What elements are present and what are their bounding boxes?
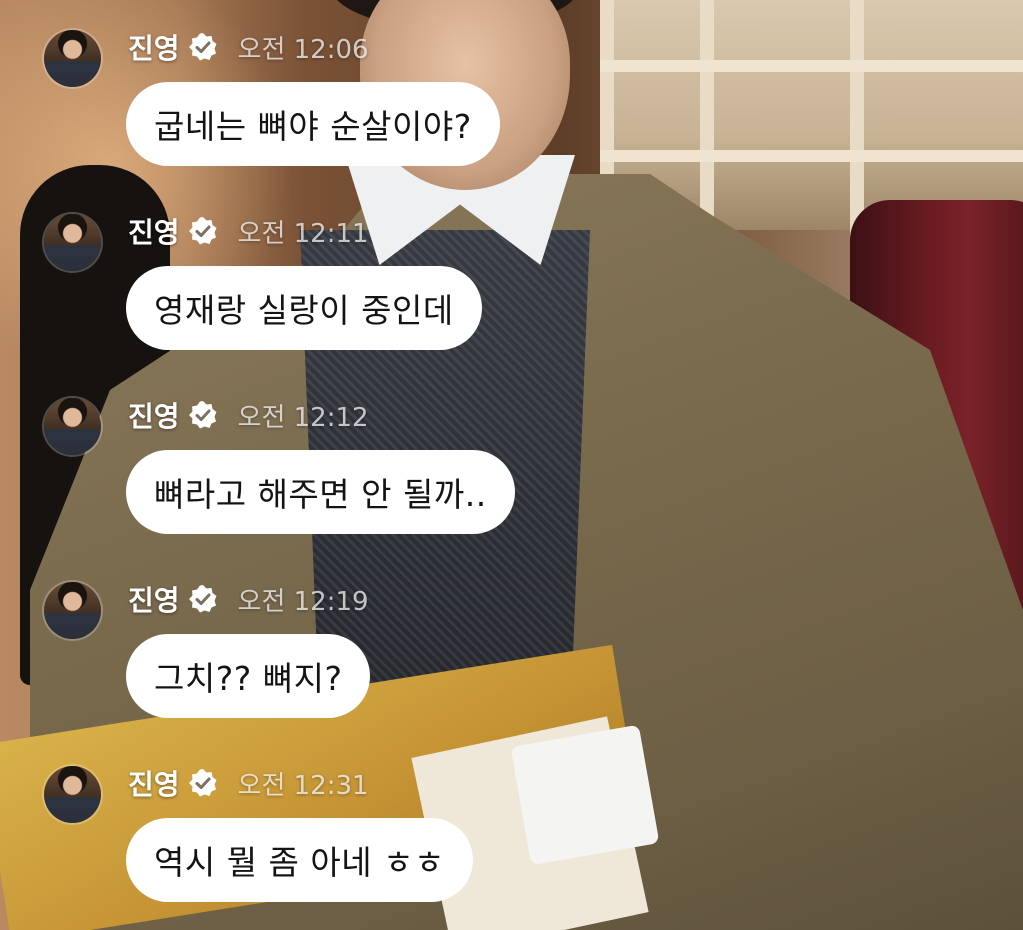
sender-name[interactable]: 진영: [128, 579, 180, 619]
message-text: 역시 뭘 좀 아네 ㅎㅎ: [154, 843, 445, 882]
verified-check-icon: [188, 769, 217, 797]
avatar[interactable]: [44, 582, 101, 639]
message-text: 굽네는 뼈야 순살이야?: [154, 107, 472, 146]
timestamp: 오전 12:12: [237, 402, 369, 433]
avatar[interactable]: [44, 214, 101, 271]
chat-message: 진영 오전 12:06 굽네는 뼈야 순살이야?: [0, 0, 1023, 170]
message-bubble: 그치?? 뼈지?: [126, 634, 371, 718]
chat-message: 진영 오전 12:19 그치?? 뼈지?: [0, 552, 1023, 722]
message-bubble: 뼈라고 해주면 안 될까..: [126, 450, 515, 534]
timestamp: 오전 12:06: [237, 34, 369, 65]
sender-name[interactable]: 진영: [128, 211, 180, 251]
verified-check-icon: [188, 585, 217, 613]
avatar[interactable]: [44, 766, 101, 823]
message-meta: 진영 오전 12:06: [128, 27, 369, 67]
message-meta: 진영 오전 12:12: [128, 395, 369, 435]
sender-name[interactable]: 진영: [128, 27, 180, 67]
sender-name[interactable]: 진영: [128, 763, 180, 803]
message-bubble: 영재랑 실랑이 중인데: [126, 266, 482, 350]
verified-check-icon: [188, 33, 217, 61]
sender-name[interactable]: 진영: [128, 395, 180, 435]
message-meta: 진영 오전 12:31: [128, 763, 369, 803]
avatar[interactable]: [44, 30, 101, 87]
timestamp: 오전 12:11: [237, 218, 369, 249]
message-meta: 진영 오전 12:11: [128, 211, 369, 251]
chat-message: 진영 오전 12:11 영재랑 실랑이 중인데: [0, 184, 1023, 354]
avatar[interactable]: [44, 398, 101, 455]
chat-message: 진영 오전 12:31 역시 뭘 좀 아네 ㅎㅎ: [0, 736, 1023, 906]
message-meta: 진영 오전 12:19: [128, 579, 369, 619]
verified-check-icon: [188, 401, 217, 429]
verified-check-icon: [188, 217, 217, 245]
message-bubble: 굽네는 뼈야 순살이야?: [126, 82, 500, 166]
timestamp: 오전 12:31: [237, 770, 369, 801]
message-text: 영재랑 실랑이 중인데: [154, 291, 454, 330]
message-text: 그치?? 뼈지?: [154, 659, 343, 698]
chat-feed: 진영 오전 12:06 굽네는 뼈야 순살이야? 진영 오전 12:11 영재랑…: [0, 0, 1023, 930]
message-text: 뼈라고 해주면 안 될까..: [154, 475, 487, 514]
timestamp: 오전 12:19: [237, 586, 369, 617]
message-bubble: 역시 뭘 좀 아네 ㅎㅎ: [126, 818, 473, 902]
chat-message: 진영 오전 12:12 뼈라고 해주면 안 될까..: [0, 368, 1023, 538]
